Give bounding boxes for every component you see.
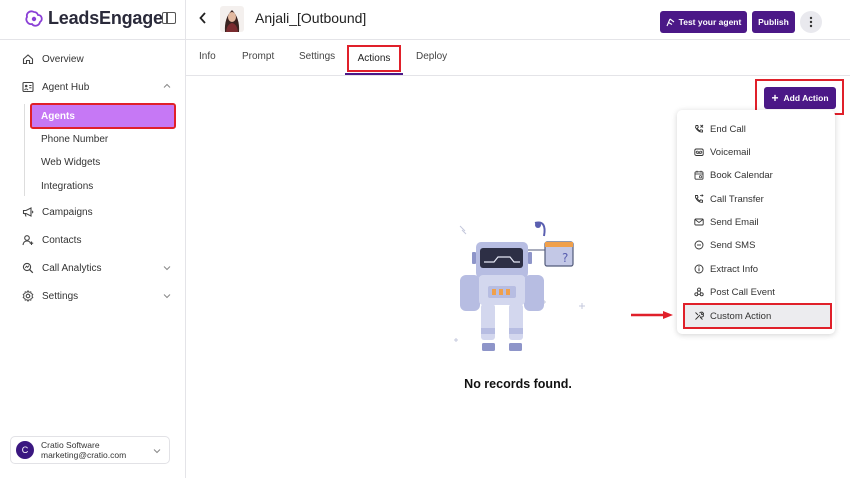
annotation-arrow-icon — [631, 311, 673, 319]
sidebar: LeadsEngage Overview Agent Hub Agents Ph… — [0, 0, 186, 478]
menu-item-label: Send Email — [710, 216, 759, 228]
email-icon — [694, 217, 704, 227]
menu-item-label: Call Transfer — [710, 193, 764, 205]
contacts-icon — [22, 234, 34, 246]
sidebar-item-label: Contacts — [42, 234, 82, 246]
add-action-button[interactable]: + Add Action — [764, 87, 836, 109]
megaphone-icon — [22, 206, 34, 218]
add-action-label: Add Action — [783, 93, 829, 103]
agent-hub-icon — [22, 81, 34, 93]
webhook-icon — [694, 287, 704, 297]
test-beaker-icon — [666, 18, 674, 26]
info-icon — [694, 264, 704, 274]
sidebar-item-label: Call Analytics — [42, 262, 102, 274]
menu-item-call-transfer[interactable]: Call Transfer — [694, 191, 764, 207]
menu-item-label: Custom Action — [710, 310, 772, 322]
call-analytics-icon — [22, 262, 34, 274]
voicemail-icon — [694, 147, 704, 157]
menu-item-label: Post Call Event — [710, 286, 775, 298]
publish-button[interactable]: Publish — [752, 11, 795, 33]
menu-item-label: Send SMS — [710, 239, 756, 251]
brand[interactable]: LeadsEngage — [24, 8, 163, 29]
account-info: Cratio Software marketing@cratio.com — [41, 440, 126, 460]
sidebar-item-label: Campaigns — [42, 206, 93, 218]
back-arrow-icon[interactable] — [198, 11, 208, 25]
sidebar-item-label: Settings — [42, 290, 79, 302]
sms-icon — [694, 240, 704, 250]
sidebar-item-label: Agent Hub — [42, 81, 90, 93]
svg-text:?: ? — [562, 251, 568, 265]
tab-actions[interactable]: Actions — [347, 45, 401, 72]
agent-avatar — [220, 6, 244, 32]
tools-icon — [694, 311, 704, 321]
menu-item-label: Book Calendar — [710, 169, 773, 181]
menu-item-label: End Call — [710, 123, 746, 135]
menu-item-post-call-event[interactable]: Post Call Event — [694, 284, 775, 300]
chevron-down-icon[interactable] — [163, 292, 171, 300]
menu-item-send-email[interactable]: Send Email — [694, 214, 759, 230]
menu-item-voicemail[interactable]: Voicemail — [694, 144, 751, 160]
call-transfer-icon — [694, 194, 704, 204]
menu-item-book-calendar[interactable]: Book Calendar — [694, 167, 773, 183]
menu-item-label: Extract Info — [710, 263, 759, 275]
menu-item-send-sms[interactable]: Send SMS — [694, 237, 755, 253]
app-root: LeadsEngage Overview Agent Hub Agents Ph… — [0, 0, 850, 478]
plus-icon: + — [771, 91, 779, 105]
sidebar-subitem-web-widgets[interactable]: Web Widgets — [41, 157, 100, 168]
tabs-divider — [186, 75, 850, 76]
home-icon — [22, 53, 34, 65]
tab-prompt[interactable]: Prompt — [242, 51, 274, 62]
sidebar-item-call-analytics[interactable]: Call Analytics — [22, 257, 101, 279]
sidebar-subitem-agents[interactable]: Agents — [30, 103, 176, 129]
test-agent-button[interactable]: Test your agent — [660, 11, 747, 33]
chevron-down-icon — [153, 449, 161, 454]
settings-icon — [22, 290, 34, 302]
agent-title: Anjali_[Outbound] — [255, 10, 367, 26]
sidebar-divider — [0, 39, 186, 40]
test-agent-label: Test your agent — [678, 17, 742, 27]
sidebar-subitem-integrations[interactable]: Integrations — [41, 181, 93, 192]
sidebar-item-label: Overview — [42, 53, 84, 65]
robot-illustration-icon: ? — [454, 221, 585, 351]
end-call-icon — [694, 124, 704, 134]
menu-item-extract-info[interactable]: Extract Info — [694, 261, 758, 277]
leadsengage-logo-icon — [25, 9, 43, 27]
menu-item-label: Voicemail — [710, 146, 751, 158]
tab-deploy[interactable]: Deploy — [416, 51, 447, 62]
chevron-up-icon[interactable] — [163, 82, 171, 90]
account-email: marketing@cratio.com — [41, 450, 127, 460]
account-switcher[interactable]: C Cratio Software marketing@cratio.com — [10, 436, 170, 464]
sidebar-item-settings[interactable]: Settings — [22, 285, 78, 307]
empty-state-message: No records found. — [464, 377, 572, 391]
sidebar-collapse-icon[interactable] — [162, 12, 176, 24]
more-options-button[interactable] — [800, 11, 822, 33]
avatar: C — [16, 441, 34, 459]
tab-settings[interactable]: Settings — [299, 51, 335, 62]
calendar-icon — [694, 170, 704, 180]
tab-info[interactable]: Info — [199, 51, 216, 62]
chevron-down-icon[interactable] — [163, 264, 171, 272]
menu-item-end-call[interactable]: End Call — [694, 121, 746, 137]
sidebar-subitem-phone-number[interactable]: Phone Number — [41, 134, 108, 145]
subnav-line — [24, 104, 25, 196]
kebab-menu-icon — [809, 16, 813, 28]
brand-name: LeadsEngage — [48, 8, 163, 28]
sidebar-item-overview[interactable]: Overview — [22, 48, 84, 70]
menu-item-custom-action[interactable]: Custom Action — [683, 303, 832, 329]
sidebar-item-contacts[interactable]: Contacts — [22, 229, 81, 251]
account-name: Cratio Software — [41, 440, 100, 450]
sidebar-item-campaigns[interactable]: Campaigns — [22, 201, 93, 223]
sidebar-item-agent-hub[interactable]: Agent Hub — [22, 76, 89, 98]
header-divider — [186, 39, 850, 40]
